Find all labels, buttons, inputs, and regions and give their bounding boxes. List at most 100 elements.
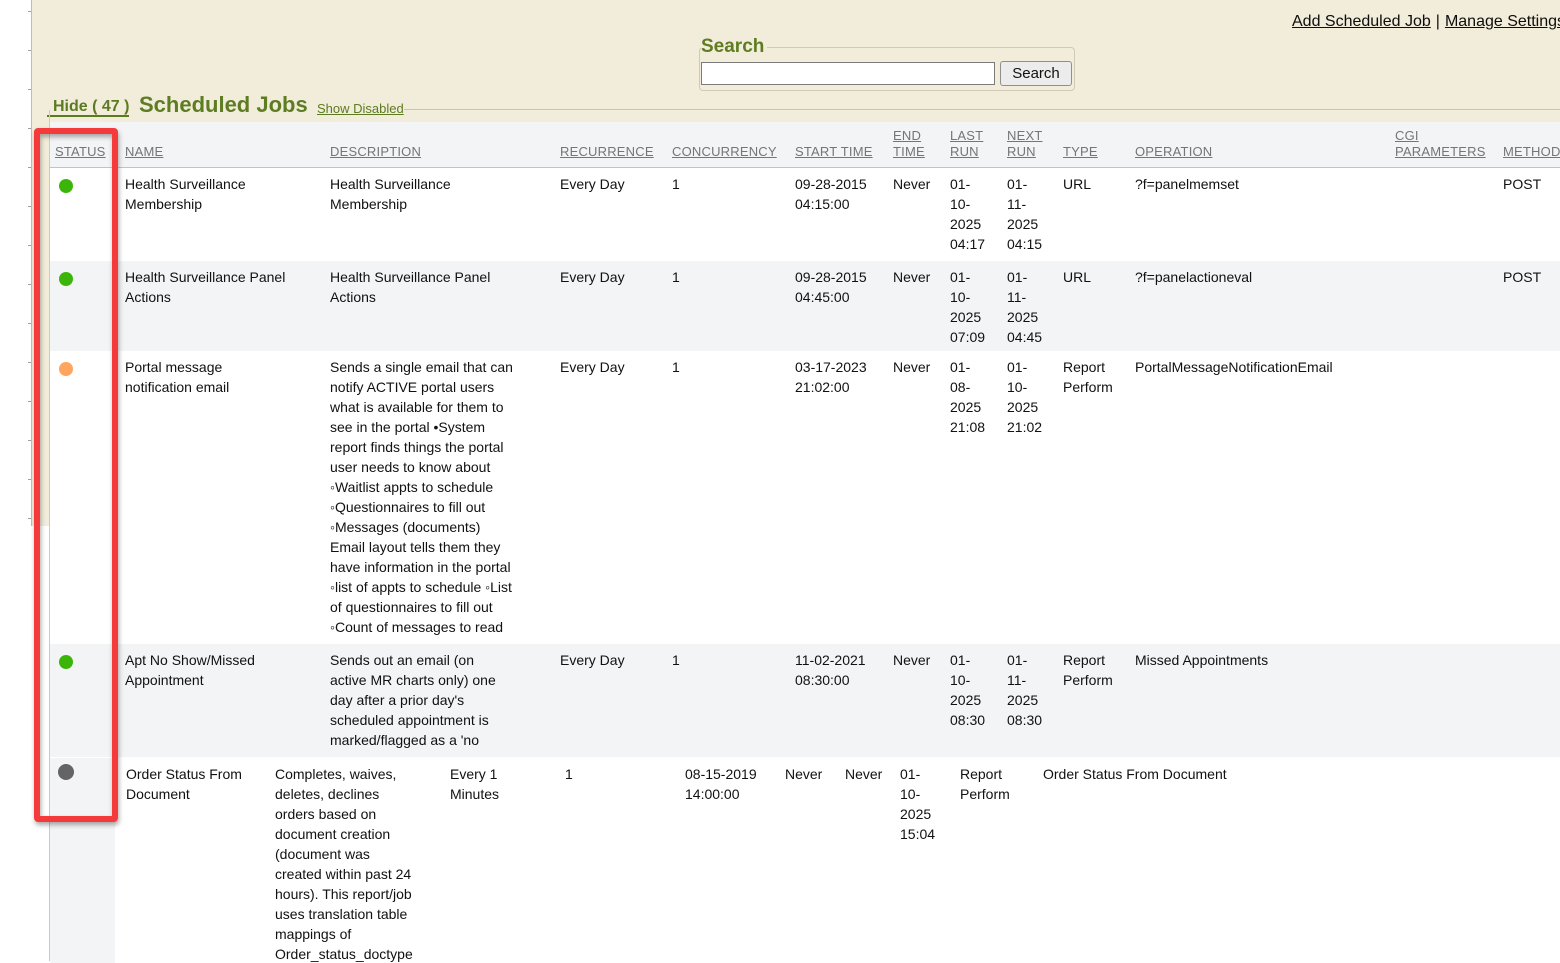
cell-line: Never <box>893 267 940 287</box>
column-header-description[interactable]: DESCRIPTION <box>325 122 555 168</box>
cell-line: Every Day <box>560 174 662 194</box>
method-cell: POST <box>1498 168 1560 262</box>
cell-line: 1 <box>672 267 785 287</box>
column-header-recurrence[interactable]: RECURRENCE <box>555 122 667 168</box>
cell-line: user needs to know about <box>330 457 550 477</box>
cell-line: Apt No Show/Missed <box>125 650 320 670</box>
hide-count-link[interactable]: Hide ( 47 ) <box>47 99 129 117</box>
description-cell: Health SurveillanceMembership <box>325 168 555 262</box>
search-legend: Search <box>701 36 767 58</box>
next-run-cell: 01-10-202515:04 <box>895 758 955 963</box>
cell-line: 2025 <box>1007 690 1053 710</box>
table-header-row: STATUSNAMEDESCRIPTIONRECURRENCECONCURREN… <box>50 122 1560 168</box>
cell-line: day after a prior day's <box>330 690 550 710</box>
scheduled-jobs-table: STATUSNAMEDESCRIPTIONRECURRENCECONCURREN… <box>50 122 1560 757</box>
recurrence-cell: Every Day <box>555 644 667 757</box>
cell-line: 11- <box>1007 194 1053 214</box>
start-time-cell: 09-28-201504:15:00 <box>790 168 888 262</box>
link-separator: | <box>1431 13 1445 30</box>
add-scheduled-job-link[interactable]: Add Scheduled Job <box>1292 13 1431 30</box>
column-header-operation[interactable]: OPERATION <box>1130 122 1390 168</box>
cell-line: marked/flagged as a 'no <box>330 730 550 750</box>
column-header-type[interactable]: TYPE <box>1058 122 1130 168</box>
cell-line: Missed Appointments <box>1135 650 1385 670</box>
end-time-cell: Never <box>888 644 945 757</box>
left-frame-strip <box>0 0 32 963</box>
type-cell: ReportPerform <box>1058 644 1130 757</box>
search-input[interactable] <box>701 62 995 85</box>
cell-line: notify ACTIVE portal users <box>330 377 550 397</box>
cell-line: notification email <box>125 377 320 397</box>
frame-grip-tick <box>28 518 31 519</box>
type-cell: URL <box>1058 261 1130 351</box>
table-row: Order Status FromDocumentCompletes, waiv… <box>50 758 1560 963</box>
cell-line: 04:15:00 <box>795 194 883 214</box>
cell-line: 2025 <box>950 397 997 417</box>
frame-grip-tick <box>28 284 31 285</box>
manage-settings-link[interactable]: Manage Settings <box>1445 13 1560 30</box>
recurrence-cell: Every 1Minutes <box>445 758 560 963</box>
frame-grip-tick <box>28 11 31 12</box>
cgi-parameters-cell <box>1390 261 1498 351</box>
show-disabled-link[interactable]: Show Disabled <box>317 101 404 116</box>
cell-line: 04:17 <box>950 234 997 254</box>
cell-line: 09-28-2015 <box>795 267 883 287</box>
cell-line: POST <box>1503 174 1560 194</box>
cell-line: Perform <box>960 784 1033 804</box>
cell-line: ◦Messages (documents) <box>330 517 550 537</box>
cell-line: 2025 <box>1007 214 1053 234</box>
cell-line: ?f=panelmemset <box>1135 174 1385 194</box>
name-cell: Order Status FromDocument <box>115 758 270 963</box>
column-header-next-run[interactable]: NEXTRUN <box>1002 122 1058 168</box>
column-header-start-time[interactable]: START TIME <box>790 122 888 168</box>
scheduled-jobs-table-continued: Order Status FromDocumentCompletes, waiv… <box>50 758 1560 963</box>
end-time-cell: Never <box>888 168 945 262</box>
cell-line: 01- <box>950 174 997 194</box>
cell-line: Every Day <box>560 357 662 377</box>
cell-line: Actions <box>125 287 320 307</box>
header-links: Add Scheduled Job|Manage Settings <box>1292 13 1560 31</box>
operation-cell: ?f=panelmemset <box>1130 168 1390 262</box>
column-header-concurrency[interactable]: CONCURRENCY <box>667 122 790 168</box>
frame-grip-tick <box>28 440 31 441</box>
cell-line: Order_status_doctype <box>275 944 440 963</box>
description-cell: Sends out an email (onactive MR charts o… <box>325 644 555 757</box>
cell-line: 10- <box>950 287 997 307</box>
start-time-cell: 11-02-202108:30:00 <box>790 644 888 757</box>
column-header-cgi-parameters[interactable]: CGIPARAMETERS <box>1390 122 1498 168</box>
cell-line: Every Day <box>560 650 662 670</box>
cell-line: 21:02 <box>1007 417 1053 437</box>
cell-line: 11-02-2021 <box>795 650 883 670</box>
cgi-parameters-cell <box>1390 168 1498 262</box>
last-run-cell: 01-08-202521:08 <box>945 351 1002 644</box>
cell-line: 21:08 <box>950 417 997 437</box>
cell-line: Document <box>126 784 265 804</box>
description-cell: Completes, waives,deletes, declinesorder… <box>270 758 445 963</box>
column-header-last-run[interactable]: LASTRUN <box>945 122 1002 168</box>
last-run-cell: Never <box>840 758 895 963</box>
column-header-method[interactable]: METHOD <box>1498 122 1560 168</box>
fieldset-border-line <box>404 109 1560 110</box>
table-row: Health Surveillance PanelActionsHealth S… <box>50 261 1560 351</box>
name-cell: Health SurveillanceMembership <box>120 168 325 262</box>
next-run-cell: 01-11-202504:15 <box>1002 168 1058 262</box>
column-header-label: OPERATION <box>1135 144 1385 160</box>
cell-line: ◦list of appts to schedule ◦List <box>330 577 550 597</box>
description-cell: Health Surveillance PanelActions <box>325 261 555 351</box>
cell-line: 09-28-2015 <box>795 174 883 194</box>
cell-line: 2025 <box>950 690 997 710</box>
last-run-cell: 01-10-202507:09 <box>945 261 1002 351</box>
column-header-end-time[interactable]: ENDTIME <box>888 122 945 168</box>
cell-line: 10- <box>900 784 950 804</box>
cell-line: 08-15-2019 <box>685 764 775 784</box>
table-row: Health SurveillanceMembershipHealth Surv… <box>50 168 1560 262</box>
column-header-label: RUN <box>950 144 997 160</box>
column-header-label: NEXT <box>1007 128 1053 144</box>
cell-line: 10- <box>950 670 997 690</box>
search-button[interactable]: Search <box>1000 61 1072 86</box>
cell-line: 1 <box>672 650 785 670</box>
cell-line: see in the portal •System <box>330 417 550 437</box>
column-header-name[interactable]: NAME <box>120 122 325 168</box>
description-cell: Sends a single email that cannotify ACTI… <box>325 351 555 644</box>
cell-line: ◦Count of messages to read <box>330 617 550 637</box>
